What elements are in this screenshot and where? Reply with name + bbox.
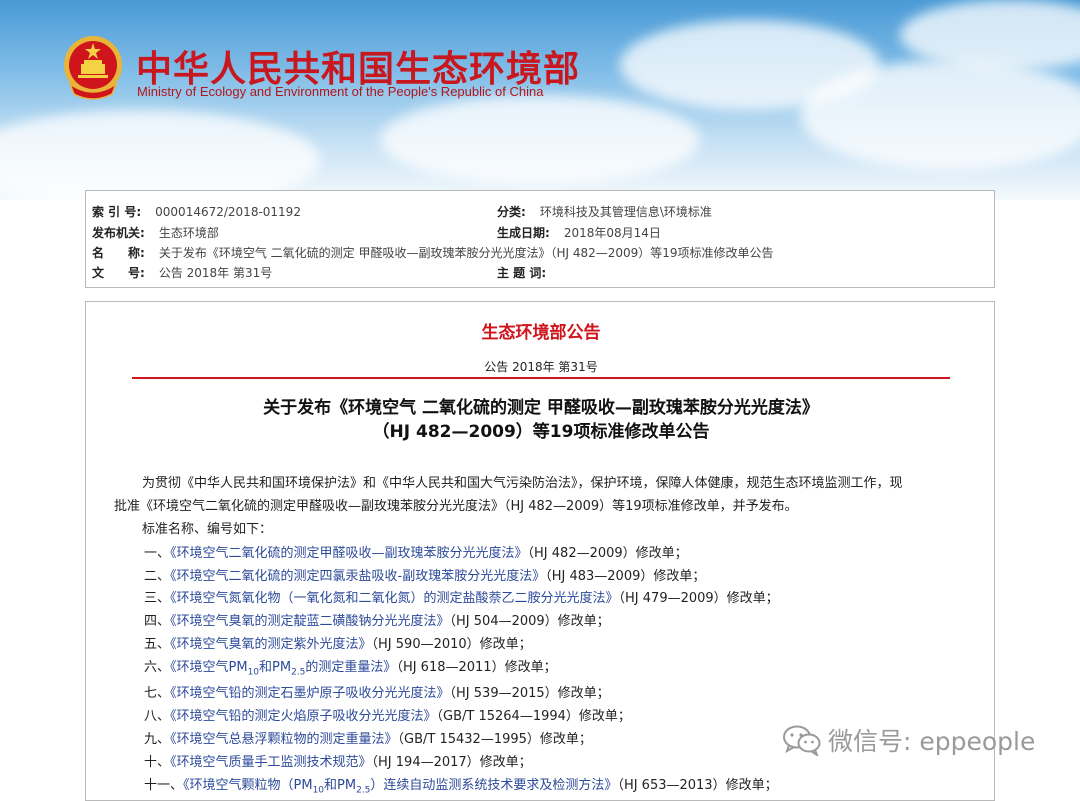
meta-doc-number: 文 号: 公告 2018年 第31号 — [92, 264, 272, 281]
watermark-text: 微信号: eppeople — [828, 727, 1036, 756]
standard-item: 八、《环境空气铅的测定火焰原子吸收分光光度法》（GB/T 15264—1994）… — [144, 705, 631, 724]
standard-link[interactable]: 《环境空气二氧化硫的测定甲醛吸收—副玫瑰苯胺分光光度法》 — [170, 546, 528, 561]
meta-date-label: 生成日期: — [497, 226, 550, 240]
meta-name-label: 名 称: — [92, 246, 145, 260]
meta-issuer-label: 发布机关: — [92, 226, 145, 240]
standard-link-part: 的测定重量法》 — [305, 660, 397, 675]
meta-category-label: 分类: — [497, 205, 526, 219]
standard-item: 二、《环境空气二氧化硫的测定四氯汞盐吸收-副玫瑰苯胺分光光度法》（HJ 483—… — [144, 565, 705, 584]
standard-link[interactable]: 《环境空气铅的测定石墨炉原子吸收分光光度法》 — [170, 686, 450, 701]
standard-link[interactable]: 《环境空气铅的测定火焰原子吸收分光光度法》 — [170, 709, 437, 724]
document-metadata-panel: 索 引 号: 000014672/2018-01192 分类: 环境科技及其管理信息… — [85, 190, 995, 288]
standard-link[interactable]: 《环境空气PM10和PM2.5的测定重量法》 — [170, 660, 397, 678]
standard-number: 五、 — [144, 637, 171, 652]
subscript: 2.5 — [291, 667, 306, 678]
standard-link-part: 和PM — [259, 660, 292, 675]
ministry-name-en: Ministry of Ecology and Environment of t… — [137, 84, 544, 99]
meta-subject: 主 题 词: — [497, 264, 560, 281]
meta-issuer-value: 生态环境部 — [158, 226, 219, 240]
standard-code: （HJ 479—2009）修改单； — [618, 591, 779, 606]
standard-code: （GB/T 15264—1994）修改单； — [436, 709, 631, 724]
standard-link-part: 《环境空气PM — [170, 660, 248, 675]
standard-link-part: 和PM — [324, 778, 357, 793]
standard-number: 二、 — [144, 569, 171, 584]
standard-code: （HJ 482—2009）修改单； — [527, 546, 688, 561]
announcement-title: 生态环境部公告 — [481, 323, 601, 343]
standard-number: 八、 — [144, 709, 171, 724]
meta-index-label: 索 引 号: — [92, 205, 142, 219]
standard-number: 四、 — [144, 614, 171, 629]
meta-category: 分类: 环境科技及其管理信息\环境标准 — [497, 203, 712, 220]
intro-paragraph-line1: 为贯彻《中华人民共和国环境保护法》和《中华人民共和国大气污染防治法》，保护环境，… — [142, 476, 903, 491]
standard-item: 三、《环境空气氮氧化物（一氧化氮和二氧化氮）的测定盐酸萘乙二胺分光光度法》（HJ… — [144, 587, 779, 606]
document-title-line2: （HJ 482—2009）等19项标准修改单公告 — [372, 422, 710, 442]
standard-number: 七、 — [144, 686, 171, 701]
meta-doc-label: 文 号: — [92, 266, 145, 280]
standard-number: 一、 — [144, 546, 171, 561]
standard-code: （GB/T 15432—1995）修改单； — [397, 732, 592, 747]
meta-index: 索 引 号: 000014672/2018-01192 — [92, 203, 301, 220]
standard-item: 七、《环境空气铅的测定石墨炉原子吸收分光光度法》（HJ 539—2015）修改单… — [144, 682, 610, 701]
standard-item: 六、《环境空气PM10和PM2.5的测定重量法》（HJ 618—2011）修改单… — [144, 656, 557, 678]
standard-item: 九、《环境空气总悬浮颗粒物的测定重量法》（GB/T 15432—1995）修改单… — [144, 728, 592, 747]
standard-code: （HJ 590—2010）修改单； — [371, 637, 532, 652]
standard-link[interactable]: 《环境空气总悬浮颗粒物的测定重量法》 — [170, 732, 398, 747]
standard-number: 九、 — [144, 732, 171, 747]
standard-link[interactable]: 《环境空气二氧化硫的测定四氯汞盐吸收-副玫瑰苯胺分光光度法》 — [170, 569, 545, 584]
meta-category-value: 环境科技及其管理信息\环境标准 — [539, 205, 712, 219]
standard-number: 三、 — [144, 591, 171, 606]
standard-link-part: 《环境空气颗粒物（PM — [183, 778, 313, 793]
standard-number: 十一、 — [144, 778, 184, 793]
standard-link[interactable]: 《环境空气臭氧的测定靛蓝二磺酸钠分光光度法》 — [170, 614, 450, 629]
standard-link[interactable]: 《环境空气颗粒物（PM10和PM2.5）连续自动监测系统技术要求及检测方法》 — [183, 778, 618, 796]
meta-name-value: 关于发布《环境空气 二氧化硫的测定 甲醛吸收—副玫瑰苯胺分光光度法》（HJ 48… — [158, 246, 774, 260]
standard-link[interactable]: 《环境空气臭氧的测定紫外光度法》 — [170, 637, 372, 652]
wechat-watermark: 微信号: eppeople — [782, 722, 1035, 762]
title-divider — [132, 377, 950, 379]
meta-issuer: 发布机关: 生态环境部 — [92, 224, 219, 241]
announcement-number: 公告 2018年 第31号 — [484, 360, 598, 374]
meta-index-value: 000014672/2018-01192 — [155, 205, 301, 219]
standard-code: （HJ 504—2009）修改单； — [449, 614, 610, 629]
standard-number: 十、 — [144, 755, 171, 770]
standard-code: （HJ 653—2013）修改单； — [617, 778, 778, 793]
document-title-line1: 关于发布《环境空气 二氧化硫的测定 甲醛吸收—副玫瑰苯胺分光光度法》 — [263, 398, 819, 418]
meta-date: 生成日期: 2018年08月14日 — [497, 224, 661, 241]
document-title: 关于发布《环境空气 二氧化硫的测定 甲醛吸收—副玫瑰苯胺分光光度法》 （HJ 4… — [86, 396, 994, 444]
header-banner — [0, 0, 1080, 200]
standard-item: 十、《环境空气质量手工监测技术规范》（HJ 194—2017）修改单； — [144, 751, 532, 770]
meta-doc-value: 公告 2018年 第31号 — [158, 266, 273, 280]
standard-code: （HJ 618—2011）修改单； — [396, 660, 557, 675]
wechat-icon — [783, 725, 821, 756]
standard-link-part: ）连续自动监测系统技术要求及检测方法》 — [370, 778, 618, 793]
standard-item: 一、《环境空气二氧化硫的测定甲醛吸收—副玫瑰苯胺分光光度法》（HJ 482—20… — [144, 542, 688, 561]
standard-code: （HJ 483—2009）修改单； — [545, 569, 706, 584]
standard-link[interactable]: 《环境空气氮氧化物（一氧化氮和二氧化氮）的测定盐酸萘乙二胺分光光度法》 — [170, 591, 619, 606]
standard-item: 五、《环境空气臭氧的测定紫外光度法》（HJ 590—2010）修改单； — [144, 633, 532, 652]
standard-number: 六、 — [144, 660, 171, 675]
subscript: 2.5 — [356, 785, 371, 796]
meta-name: 名 称: 关于发布《环境空气 二氧化硫的测定 甲醛吸收—副玫瑰苯胺分光光度法》（H… — [92, 244, 774, 261]
meta-subject-label: 主 题 词: — [497, 266, 547, 280]
standards-intro: 标准名称、编号如下： — [142, 522, 273, 537]
standard-link[interactable]: 《环境空气质量手工监测技术规范》 — [170, 755, 372, 770]
standard-code: （HJ 539—2015）修改单； — [449, 686, 610, 701]
intro-paragraph-line2: 批准《环境空气二氧化硫的测定甲醛吸收—副玫瑰苯胺分光光度法》（HJ 482—20… — [114, 499, 798, 514]
standard-item: 十一、《环境空气颗粒物（PM10和PM2.5）连续自动监测系统技术要求及检测方法… — [144, 774, 778, 796]
subscript: 10 — [247, 667, 260, 678]
national-emblem-icon — [64, 36, 122, 100]
standard-code: （HJ 194—2017）修改单； — [371, 755, 532, 770]
subscript: 10 — [312, 785, 325, 796]
standard-item: 四、《环境空气臭氧的测定靛蓝二磺酸钠分光光度法》（HJ 504—2009）修改单… — [144, 610, 610, 629]
meta-date-value: 2018年08月14日 — [563, 226, 661, 240]
